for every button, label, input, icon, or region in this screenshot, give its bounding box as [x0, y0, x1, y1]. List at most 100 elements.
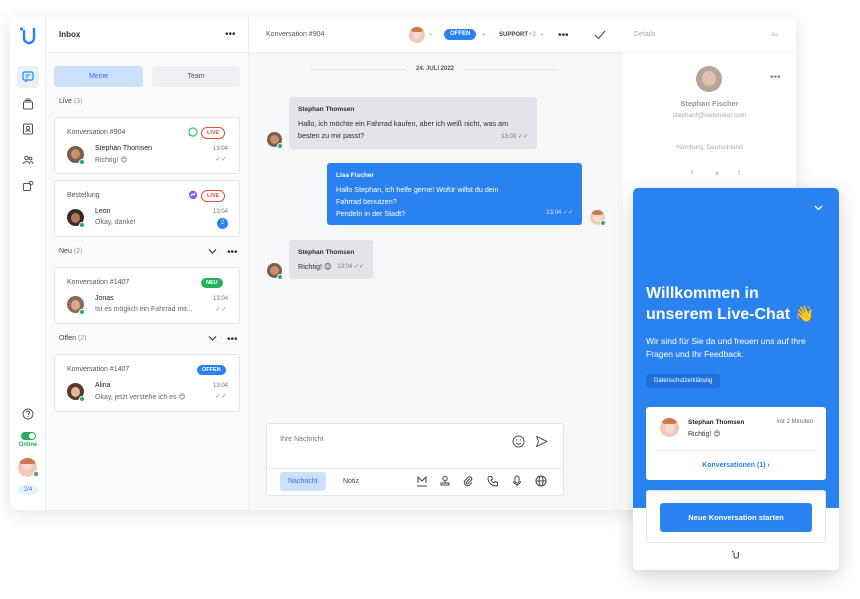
section-offen[interactable]: Offen (2): [59, 335, 87, 342]
widget-subtitle: Wir sind für Sie da und freuen uns auf I…: [646, 336, 806, 359]
chat-panel: Konversation #904 ⌄ OFFEN ⌄ SUPPORT +2 ⌄…: [249, 17, 623, 510]
message-time: 13:04: [212, 209, 228, 215]
tab-notiz[interactable]: Notiz: [335, 472, 367, 491]
send-icon[interactable]: [535, 435, 548, 448]
more-icon[interactable]: •••: [227, 248, 238, 258]
nav-rail: Online 2/4: [10, 17, 46, 510]
card-title: Konversation #904: [67, 129, 126, 136]
inbox-title: Inbox: [59, 30, 81, 39]
message-sender: Stephan Thomsen: [298, 249, 355, 256]
message-time: 13:03: [501, 134, 517, 140]
chat-header: Konversation #904 ⌄ OFFEN ⌄ SUPPORT +2 ⌄…: [249, 17, 623, 53]
conversation-card[interactable]: Bestellung LIVE Leon Okay, danke! 13:04 …: [54, 180, 240, 237]
logo-icon: [731, 550, 739, 559]
message-text: Hallo Stephan, ich helfe gerne! Wofür wi…: [336, 185, 499, 194]
emoji-icon[interactable]: [512, 435, 525, 448]
contact-name: Alina: [95, 382, 111, 389]
logo-icon: [19, 27, 36, 45]
attachment-icon[interactable]: [462, 475, 474, 487]
assignee-avatar[interactable]: [409, 27, 425, 43]
message-bubble-outgoing: Lisa Fischer Hallo Stephan, ich helfe ge…: [327, 163, 582, 225]
start-conversation-section: Neue Konversation starten: [646, 490, 826, 543]
read-check-icon: ✓✓: [215, 393, 227, 400]
more-icon[interactable]: •••: [558, 31, 569, 41]
section-neu[interactable]: Neu (2): [59, 248, 82, 255]
recent-message: Richtig! 😊: [688, 431, 721, 438]
nav-inbox-icon[interactable]: [17, 66, 39, 88]
last-message: Ist es möglich ein Fahrrad mit...: [95, 306, 193, 313]
conversation-card[interactable]: Konversation #904 LIVE Stephan Thomsen R…: [54, 117, 240, 174]
contact-name: Stephan Fischer: [680, 99, 739, 108]
twitter-icon[interactable]: t: [738, 170, 740, 177]
contact-avatar: [696, 66, 722, 92]
chevron-down-icon[interactable]: [814, 205, 823, 211]
recent-conversation-card[interactable]: Stephan Thomsen vor 2 Minuten Richtig! 😊…: [646, 407, 826, 480]
message-text: Hallo, ich möchte ein Fahrrad kaufen, ab…: [298, 119, 509, 140]
contact-name: Leon: [95, 208, 111, 215]
nav-team-icon[interactable]: [17, 149, 39, 171]
inbox-panel: Inbox ••• Meine Team Live (3) Konversati…: [46, 17, 249, 510]
chevron-down-icon[interactable]: [208, 335, 217, 342]
inbox-header: Inbox •••: [46, 17, 248, 53]
tab-team[interactable]: Team: [152, 66, 240, 87]
phone-icon[interactable]: [487, 475, 499, 487]
nav-archive-icon[interactable]: [17, 93, 39, 115]
unread-count-badge: 2: [217, 218, 228, 229]
details-title: Details: [634, 31, 656, 38]
stamp-icon[interactable]: [439, 475, 451, 487]
agent-avatar: [660, 418, 679, 437]
chevron-down-icon[interactable]: ⌄: [428, 30, 433, 37]
message-text: Pendeln in der Stadt?: [336, 209, 406, 218]
message-time: 13:04: [337, 264, 353, 270]
more-icon[interactable]: •••: [225, 30, 236, 40]
new-badge: NEU: [201, 278, 223, 288]
message-composer[interactable]: Ihre Nachricht Nachricht Notiz: [266, 423, 564, 496]
more-icon[interactable]: •••: [770, 73, 781, 83]
contact-name: Jonas: [95, 295, 114, 302]
message-input[interactable]: Ihre Nachricht: [280, 436, 324, 443]
tab-meine[interactable]: Meine: [54, 66, 143, 87]
facebook-icon[interactable]: f: [691, 170, 693, 177]
team-label[interactable]: SUPPORT: [499, 32, 528, 38]
read-check-icon: ✓✓: [215, 156, 227, 163]
last-message: Richtig! 😊: [95, 157, 128, 164]
widget-title: Willkommen in unserem Live-Chat 👋: [646, 285, 815, 323]
section-live[interactable]: Live (3): [59, 98, 82, 105]
help-icon[interactable]: [17, 403, 39, 425]
start-conversation-button[interactable]: Neue Konversation starten: [660, 503, 812, 532]
messenger-icon: [188, 190, 198, 200]
globe-icon[interactable]: [535, 475, 547, 487]
pager-indicator: 2/4: [18, 485, 38, 495]
nav-contacts-icon[interactable]: [17, 118, 39, 140]
card-title: Bestellung: [67, 192, 100, 199]
collapse-panel-icon[interactable]: ≡›: [771, 30, 778, 39]
conversations-link[interactable]: Konversationen (1) ›: [646, 462, 826, 469]
status-pill[interactable]: OFFEN: [444, 29, 477, 40]
xing-icon[interactable]: ✕: [714, 170, 720, 178]
chevron-down-icon[interactable]: [208, 248, 217, 255]
resolve-check-icon[interactable]: [594, 30, 606, 40]
nav-integrations-icon[interactable]: [17, 175, 39, 197]
message-time: 13:04: [212, 296, 228, 302]
live-chat-widget: Willkommen in unserem Live-Chat 👋 Wir si…: [633, 188, 839, 570]
message-sender: Lisa Fischer: [336, 172, 374, 179]
card-title: Konversation #1407: [67, 279, 130, 286]
online-toggle[interactable]: [21, 432, 36, 440]
tab-nachricht[interactable]: Nachricht: [280, 472, 326, 491]
team-extra: +2: [529, 32, 536, 38]
macro-icon[interactable]: [416, 475, 428, 487]
message-sender: Stephan Thomsen: [298, 106, 355, 113]
contact-email: stephanf@webinator.com: [672, 112, 747, 119]
chevron-down-icon[interactable]: ⌄: [481, 30, 486, 37]
live-badge: LIVE: [201, 127, 226, 139]
live-badge: LIVE: [201, 190, 226, 202]
privacy-link[interactable]: Datenschutzerklärung: [646, 374, 721, 388]
chevron-down-icon[interactable]: ⌄: [539, 30, 544, 37]
conversation-card[interactable]: Konversation #1407 OFFEN Alina Okay, jet…: [54, 354, 240, 412]
conversation-title: Konversation #904: [266, 31, 325, 38]
message-bubble-incoming: Stephan Thomsen Richtig! 😊 13:04 ✓✓: [289, 240, 373, 279]
more-icon[interactable]: •••: [227, 335, 238, 345]
conversation-card[interactable]: Konversation #1407 NEU Jonas Ist es mögl…: [54, 267, 240, 324]
microphone-icon[interactable]: [511, 475, 523, 487]
last-message: Okay, jetzt verstehe ich es 😊: [95, 394, 186, 401]
